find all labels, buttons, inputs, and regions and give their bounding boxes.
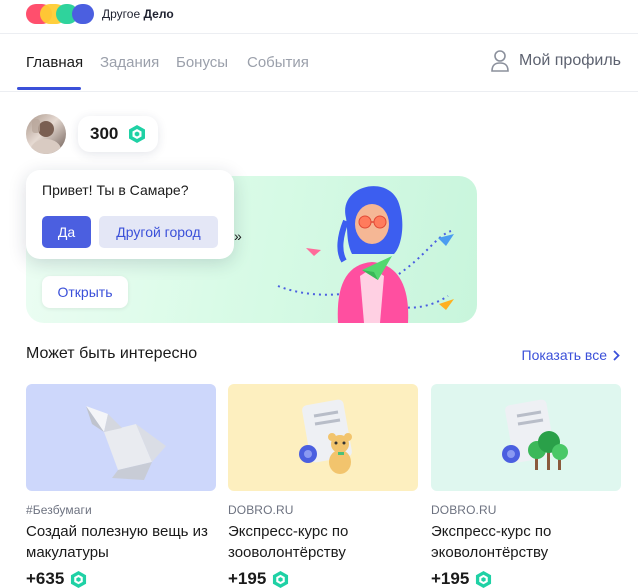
points-value: +195 [431, 569, 470, 588]
logo[interactable]: Другое Дело [26, 4, 174, 24]
certificate-trees-icon [502, 399, 568, 470]
active-tab-indicator [17, 87, 81, 90]
city-prompt-popup: Привет! Ты в Самаре? Да Другой город [26, 170, 234, 259]
card-tag: #Безбумаги [26, 503, 92, 517]
gem-icon [476, 570, 492, 588]
card-title: Создай полезную вещь из макулатуры [26, 523, 208, 561]
card-image [26, 384, 216, 491]
avatar[interactable] [26, 114, 66, 154]
task-card[interactable]: #Безбумаги Создай полезную вещь из макул… [26, 384, 216, 588]
card-tag: DOBRO.RU [431, 503, 497, 517]
points-balance[interactable]: 300 [78, 116, 159, 152]
open-button[interactable]: Открыть [42, 276, 128, 308]
task-card[interactable]: DOBRO.RU Экспресс-курс по эковолонтёрств… [431, 384, 621, 588]
show-all-label: Показать все [521, 347, 607, 363]
tab-tasks[interactable]: Задания [100, 54, 159, 71]
card-title: Экспресс-курс по эковолонтёрству [431, 523, 552, 561]
card-points: +195 [431, 569, 621, 588]
other-city-button[interactable]: Другой город [99, 216, 218, 248]
points-value: +635 [26, 569, 65, 588]
hero-illustration [277, 186, 454, 323]
confirm-city-button[interactable]: Да [42, 216, 91, 248]
logo-mark [26, 4, 96, 24]
task-card[interactable]: DOBRO.RU Экспресс-курс по зооволонтёрств… [228, 384, 418, 588]
card-points: +635 [26, 569, 216, 588]
hero-text: » [234, 228, 242, 244]
card-points: +195 [228, 569, 418, 588]
card-image [228, 384, 418, 491]
gem-icon [129, 125, 146, 143]
tab-events[interactable]: События [247, 54, 309, 71]
user-photo [31, 119, 61, 154]
city-question: Привет! Ты в Самаре? [42, 182, 189, 198]
logo-text: Другое Дело [102, 7, 174, 21]
card-tag: DOBRO.RU [228, 503, 294, 517]
gem-icon [273, 570, 289, 588]
tab-bonuses[interactable]: Бонусы [176, 54, 228, 71]
profile-link[interactable]: Мой профиль [491, 50, 621, 72]
certificate-teddy-bear-icon [299, 399, 352, 474]
paper-origami-icon [86, 406, 166, 480]
show-all-link[interactable]: Показать все [522, 347, 620, 363]
balance-value: 300 [90, 124, 119, 143]
points-value: +195 [228, 569, 267, 588]
main-nav: Главная Задания Бонусы События Мой профи… [0, 34, 638, 92]
chevron-right-icon [613, 349, 620, 361]
card-image [431, 384, 621, 491]
card-title: Экспресс-курс по зооволонтёрству [228, 523, 349, 561]
tab-main[interactable]: Главная [26, 54, 83, 71]
user-icon [491, 50, 509, 72]
top-bar: Другое Дело [0, 0, 638, 34]
gem-icon [71, 570, 87, 588]
profile-label: Мой профиль [518, 52, 621, 69]
section-title: Может быть интересно [26, 345, 198, 362]
